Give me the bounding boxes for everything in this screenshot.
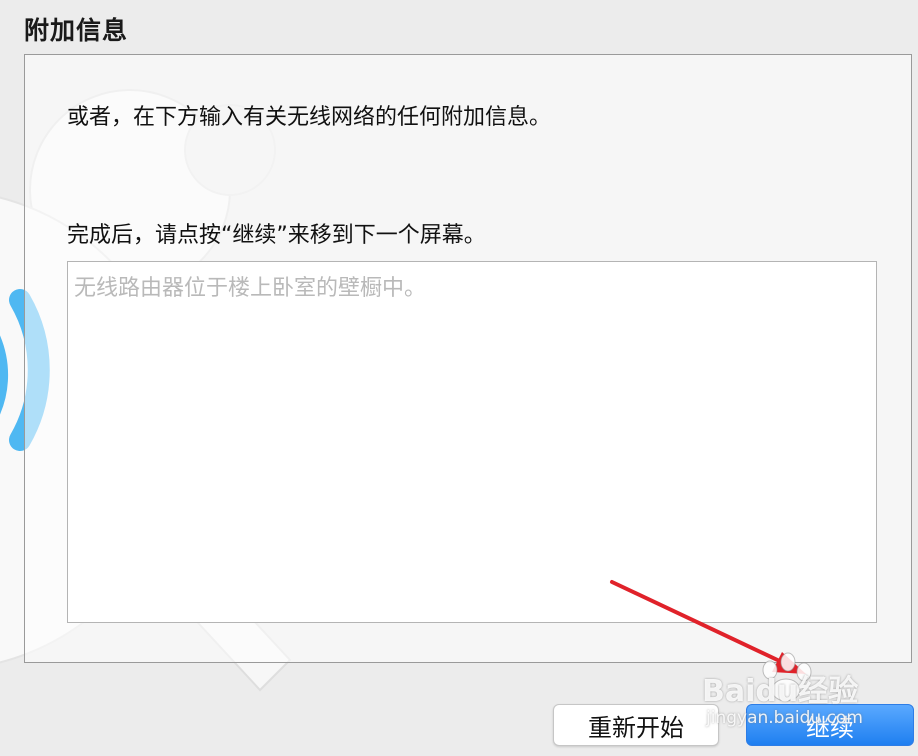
section-title: 附加信息 bbox=[24, 16, 129, 45]
restart-button[interactable]: 重新开始 bbox=[553, 704, 719, 746]
instruction-text: 或者，在下方输入有关无线网络的任何附加信息。 bbox=[67, 105, 552, 130]
additional-info-textarea[interactable] bbox=[67, 261, 877, 623]
continue-button[interactable]: 继续 bbox=[746, 704, 914, 746]
continue-hint-text: 完成后，请点按“继续”来移到下一个屏幕。 bbox=[67, 223, 486, 248]
content-panel: 或者，在下方输入有关无线网络的任何附加信息。 完成后，请点按“继续”来移到下一个… bbox=[24, 54, 912, 663]
